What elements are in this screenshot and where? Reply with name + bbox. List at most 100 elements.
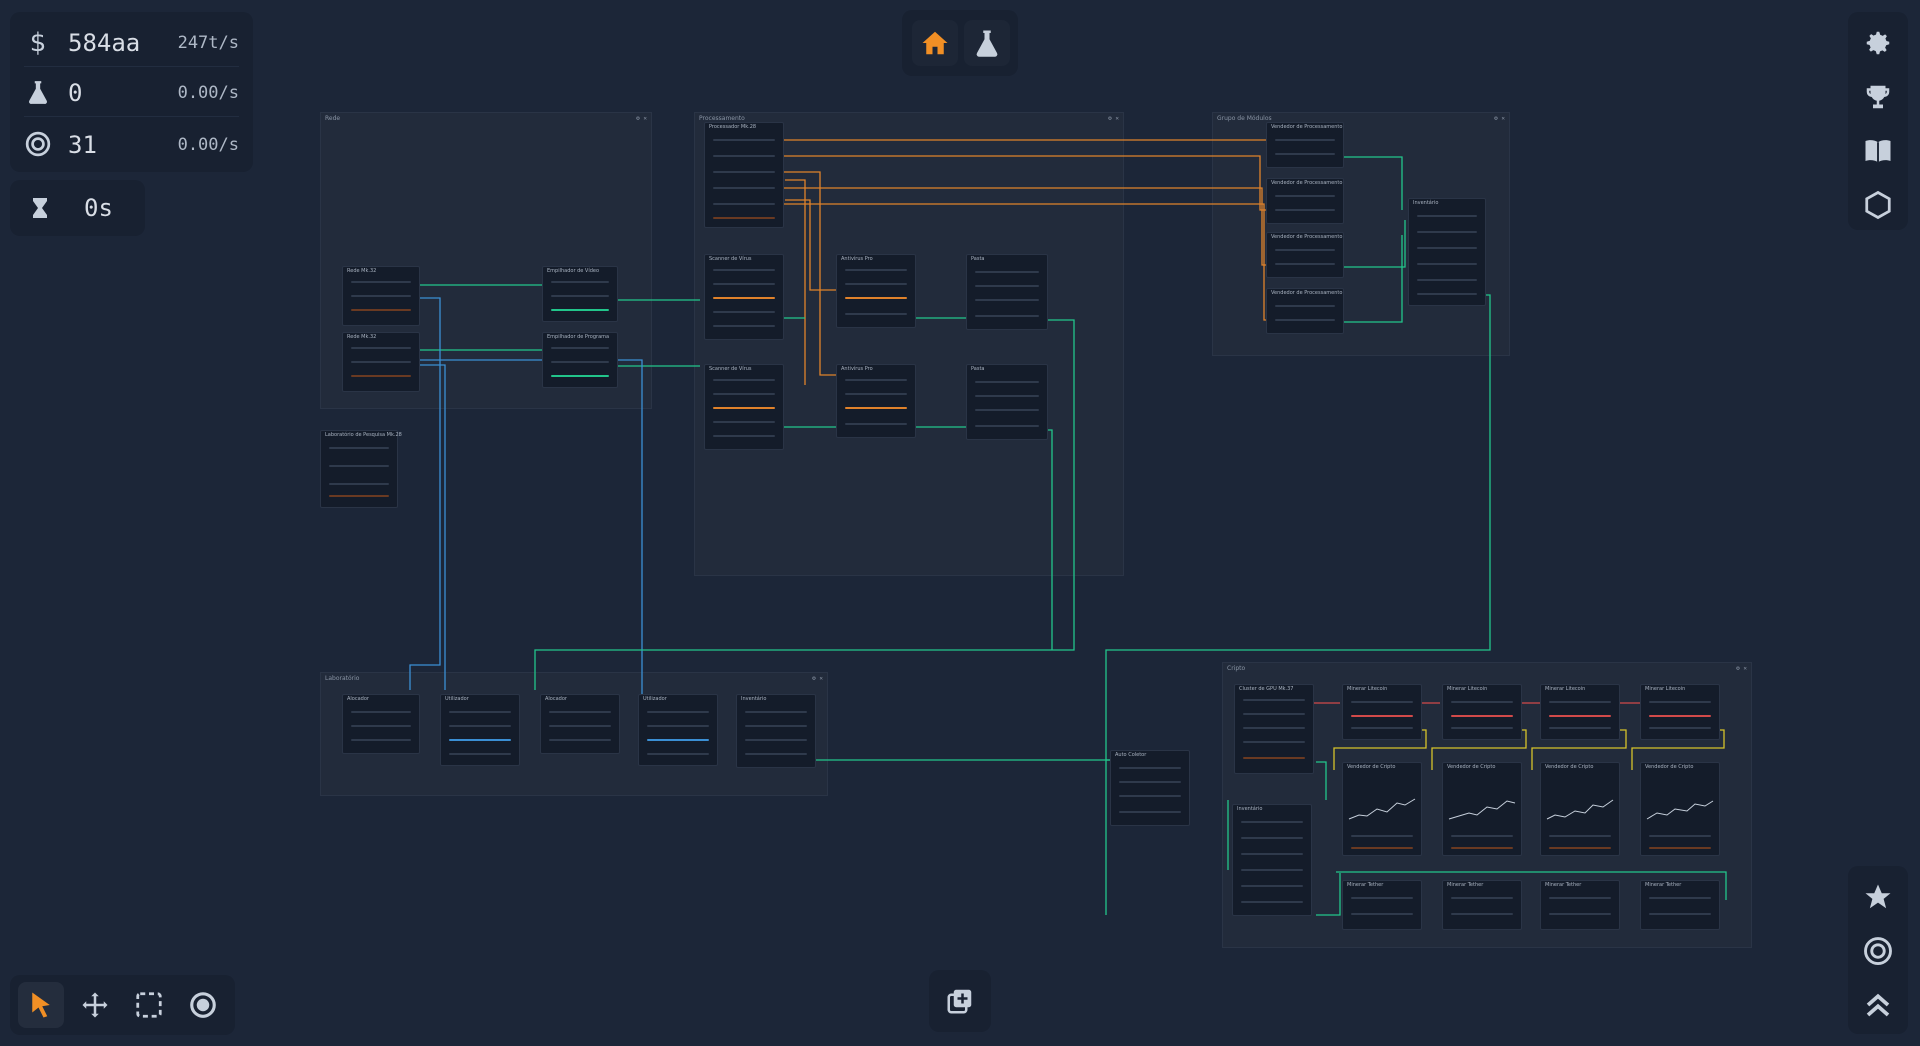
pointer-tool[interactable] <box>18 982 64 1028</box>
node-title: Minerar Tether <box>1447 882 1484 888</box>
minerar-tether-node[interactable]: Minerar Tether <box>1540 880 1620 930</box>
utilizador-node[interactable]: Utilizador <box>638 694 718 766</box>
node-title: Minerar Tether <box>1645 882 1682 888</box>
circle-tool[interactable] <box>180 982 226 1028</box>
price-chart-icon <box>1646 800 1714 820</box>
pasta-node[interactable]: Pasta <box>966 254 1048 330</box>
vendedor-cripto-node[interactable]: Vendedor de Cripto <box>1442 762 1522 856</box>
add-node-icon <box>947 989 972 1014</box>
group-controls-icon[interactable]: ⚙ ✕ <box>1736 665 1747 672</box>
empilhador-programa-node[interactable]: Empilhador de Programa <box>542 332 618 388</box>
node-title: Cluster de GPU Mk.37 <box>1239 686 1294 692</box>
group-controls-icon[interactable]: ⚙ ✕ <box>812 675 823 682</box>
cripto-group-title: Cripto <box>1227 665 1246 672</box>
modules-button[interactable] <box>1855 182 1901 228</box>
tokens-button[interactable] <box>1855 928 1901 974</box>
alocador-node[interactable]: Alocador <box>342 694 420 754</box>
minerar-litecoin-node[interactable]: Minerar Litecoin <box>1342 684 1422 740</box>
vendedor-cripto-node[interactable]: Vendedor de Cripto <box>1640 762 1720 856</box>
vendedor-processamento-node[interactable]: Vendedor de Processamento <box>1266 232 1344 278</box>
inventario-node[interactable]: Inventário <box>736 694 816 768</box>
node-title: Pasta <box>971 366 985 372</box>
node-title: Minerar Litecoin <box>1645 686 1686 692</box>
vendedor-cripto-node[interactable]: Vendedor de Cripto <box>1540 762 1620 856</box>
inventario-node[interactable]: Inventário <box>1408 198 1486 306</box>
node-title: Alocador <box>545 696 567 702</box>
guide-button[interactable] <box>1855 128 1901 174</box>
select-box-icon <box>136 992 162 1018</box>
wire <box>415 364 446 690</box>
favorites-button[interactable] <box>1855 874 1901 920</box>
node-title: Auto Coletor <box>1115 752 1147 758</box>
auto-coletor-node[interactable]: Auto Coletor <box>1110 750 1190 826</box>
processador-node[interactable]: Processador Mk.28 <box>704 122 784 228</box>
star-icon <box>1865 884 1891 909</box>
move-tool[interactable] <box>72 982 118 1028</box>
price-chart-icon <box>1546 799 1614 820</box>
node-title: Vendedor de Processamento <box>1271 234 1343 240</box>
minerar-tether-node[interactable]: Minerar Tether <box>1640 880 1720 930</box>
scanner-virus-node[interactable]: Scanner de Vírus <box>704 364 784 450</box>
node-title: Minerar Litecoin <box>1447 686 1488 692</box>
antivirus-node[interactable]: Antivírus Pro <box>836 364 916 438</box>
minerar-litecoin-node[interactable]: Minerar Litecoin <box>1640 684 1720 740</box>
stats-panel: $ 584aa 247t/s 0 0.00/s 31 0.00/s <box>10 12 253 172</box>
price-chart-icon <box>1448 800 1516 820</box>
minerar-tether-node[interactable]: Minerar Tether <box>1342 880 1422 930</box>
node-title: Minerar Litecoin <box>1347 686 1388 692</box>
cluster-gpu-node[interactable]: Cluster de GPU Mk.37 <box>1234 684 1314 774</box>
minerar-litecoin-node[interactable]: Minerar Litecoin <box>1540 684 1620 740</box>
node-title: Vendedor de Cripto <box>1645 764 1694 770</box>
pasta-node[interactable]: Pasta <box>966 364 1048 440</box>
rede-group-title: Rede <box>325 115 341 122</box>
node-title: Vendedor de Cripto <box>1347 764 1396 770</box>
circle-icon <box>190 992 216 1018</box>
minerar-tether-node[interactable]: Minerar Tether <box>1442 880 1522 930</box>
scanner-virus-node[interactable]: Scanner de Vírus <box>704 254 784 340</box>
group-controls-icon[interactable]: ⚙ ✕ <box>1108 115 1119 122</box>
home-button[interactable] <box>912 20 958 66</box>
flask-icon <box>24 79 52 107</box>
add-node-button[interactable] <box>937 978 983 1024</box>
move-icon <box>82 992 108 1018</box>
flask-icon <box>976 30 998 57</box>
node-title: Alocador <box>347 696 369 702</box>
node-title: Laboratório de Pesquisa Mk.28 <box>325 432 402 438</box>
node-title: Inventário <box>1237 806 1263 812</box>
book-icon <box>1865 140 1891 163</box>
laboratorio-pesquisa-node[interactable]: Laboratório de Pesquisa Mk.28 <box>320 430 402 508</box>
node-title: Rede Mk.32 <box>347 334 377 340</box>
inventario-node[interactable]: Inventário <box>1232 804 1312 916</box>
money-value: 584aa <box>68 29 141 57</box>
antivirus-node[interactable]: Antivírus Pro <box>836 254 916 328</box>
node-title: Antivírus Pro <box>841 366 873 372</box>
node-title: Empilhador de Programa <box>547 334 610 340</box>
research-tab-button[interactable] <box>964 20 1010 66</box>
rede-node[interactable]: Rede Mk.32 <box>342 332 420 392</box>
alocador-node[interactable]: Alocador <box>540 694 620 754</box>
grupo-group-title: Grupo de Módulos <box>1217 115 1272 122</box>
upgrades-button[interactable] <box>1855 982 1901 1028</box>
price-chart-icon <box>1348 798 1416 820</box>
select-tool[interactable] <box>126 982 172 1028</box>
top-nav <box>902 10 1018 76</box>
vendedor-processamento-node[interactable]: Vendedor de Processamento <box>1266 122 1344 168</box>
bottom-tools <box>10 975 235 1035</box>
empilhador-video-node[interactable]: Empilhador de Vídeo <box>542 266 618 322</box>
rede-node[interactable]: Rede Mk.32 <box>342 266 420 326</box>
node-title: Inventário <box>741 696 767 702</box>
minerar-litecoin-node[interactable]: Minerar Litecoin <box>1442 684 1522 740</box>
right-toolbar <box>1848 12 1908 230</box>
vendedor-processamento-node[interactable]: Vendedor de Processamento <box>1266 288 1344 334</box>
node-title: Vendedor de Processamento <box>1271 180 1343 186</box>
achievements-button[interactable] <box>1855 74 1901 120</box>
home-icon <box>922 31 948 55</box>
group-controls-icon[interactable]: ⚙ ✕ <box>636 115 647 122</box>
node-title: Empilhador de Vídeo <box>547 268 600 274</box>
settings-button[interactable] <box>1855 20 1901 66</box>
hexagon-icon <box>1865 190 1891 220</box>
group-controls-icon[interactable]: ⚙ ✕ <box>1494 115 1505 122</box>
vendedor-cripto-node[interactable]: Vendedor de Cripto <box>1342 762 1422 856</box>
vendedor-processamento-node[interactable]: Vendedor de Processamento <box>1266 178 1344 224</box>
utilizador-node[interactable]: Utilizador <box>440 694 520 766</box>
